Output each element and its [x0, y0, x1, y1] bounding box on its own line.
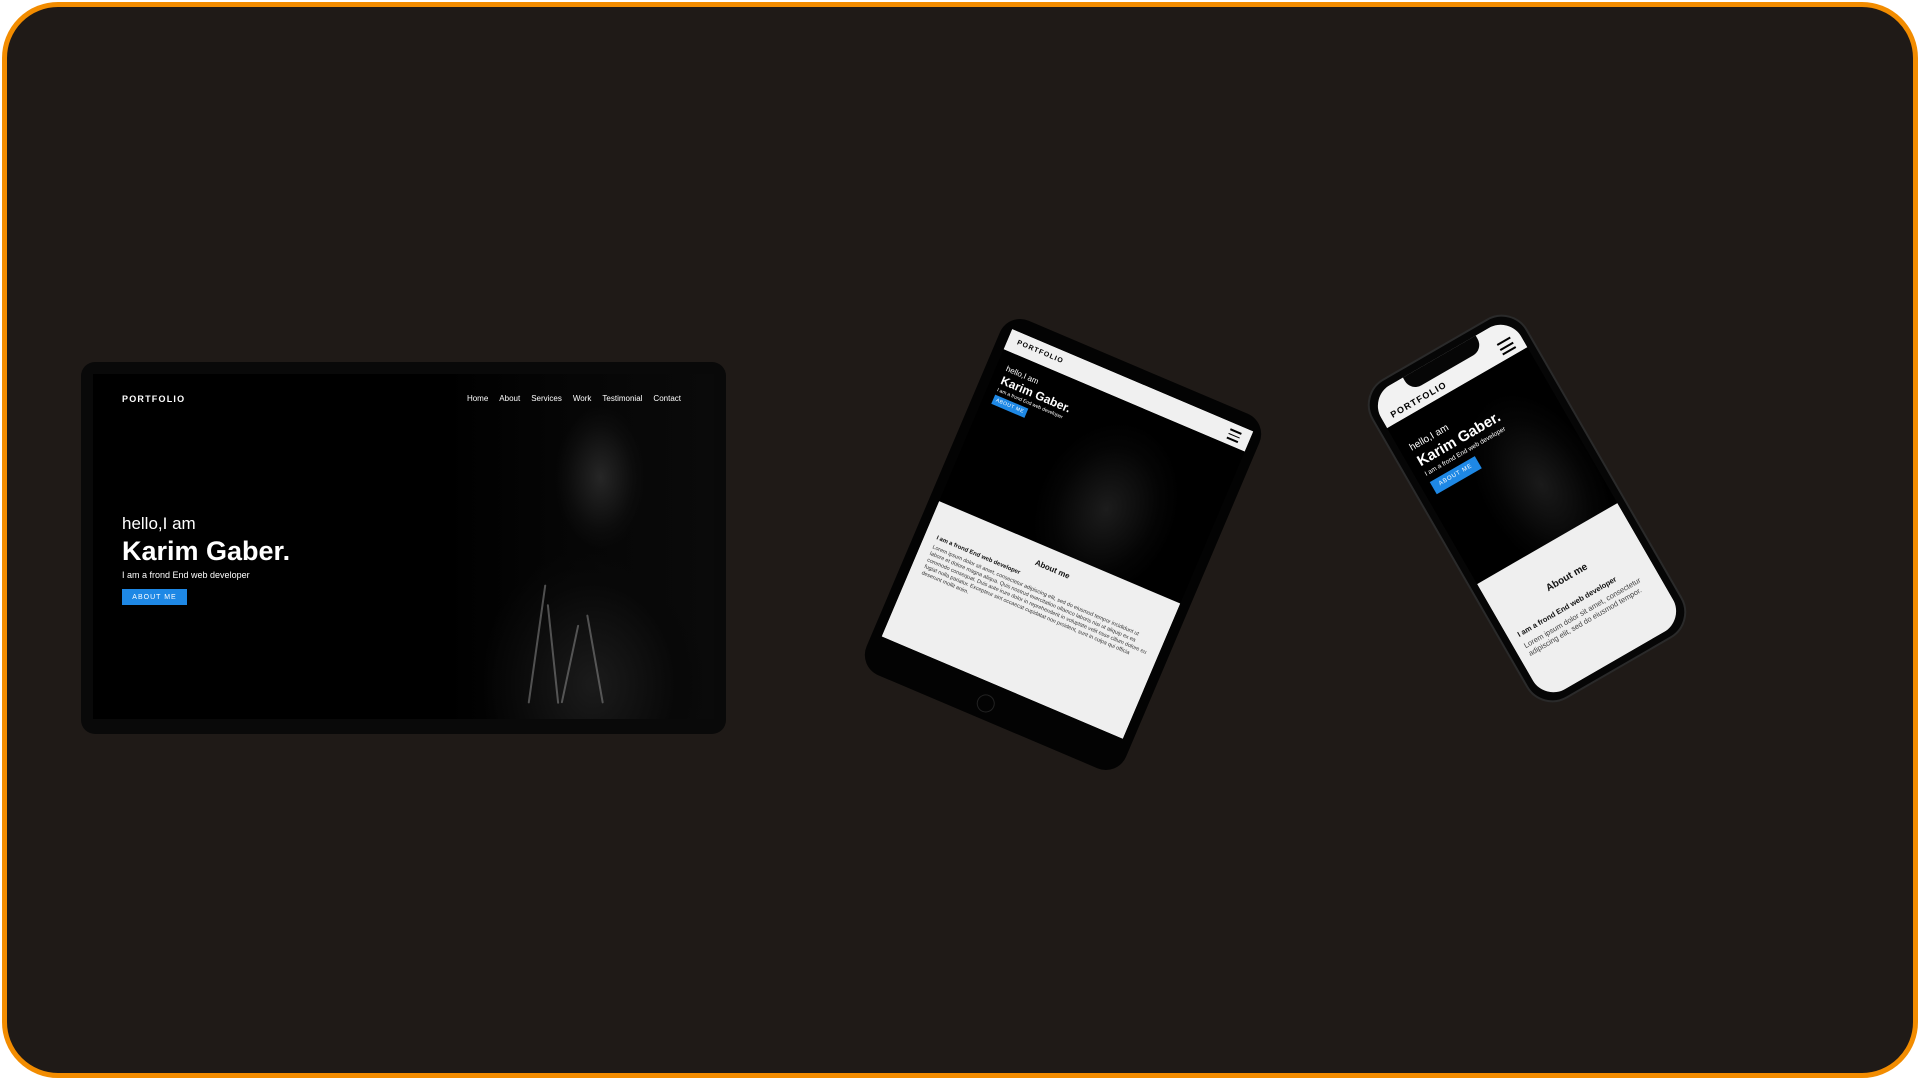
hero-greeting: hello,I am: [122, 514, 196, 533]
nav-services[interactable]: Services: [531, 394, 562, 403]
portrait-image: [444, 374, 714, 719]
phone-screen: PORTFOLIO hello,I am Karim Gaber. I am a…: [1369, 316, 1685, 701]
nav-testimonial[interactable]: Testimonial: [602, 394, 642, 403]
nav-work[interactable]: Work: [573, 394, 592, 403]
nav-home[interactable]: Home: [467, 394, 488, 403]
showcase-frame: PORTFOLIO Home About Services Work Testi…: [2, 2, 1918, 1078]
hero-name: Karim Gaber.: [122, 536, 291, 566]
phone-mockup: PORTFOLIO hello,I am Karim Gaber. I am a…: [1356, 303, 1698, 714]
home-button-icon[interactable]: [973, 691, 998, 716]
tablet-mockup: PORTFOLIO hello,I am Karim Gaber. I am a…: [857, 312, 1269, 777]
hero-subtitle: I am a frond End web developer: [122, 570, 250, 580]
site-logo[interactable]: PORTFOLIO: [122, 394, 185, 404]
nav-contact[interactable]: Contact: [653, 394, 681, 403]
about-me-button[interactable]: ABOUT ME: [122, 589, 187, 605]
desktop-screen: PORTFOLIO Home About Services Work Testi…: [93, 374, 714, 719]
about-me-button[interactable]: ABOUT ME: [1429, 456, 1482, 495]
desktop-mockup: PORTFOLIO Home About Services Work Testi…: [81, 362, 726, 734]
hamburger-menu-icon[interactable]: [1225, 428, 1242, 445]
nav-menu: Home About Services Work Testimonial Con…: [467, 394, 681, 403]
nav-about[interactable]: About: [499, 394, 520, 403]
tablet-screen: PORTFOLIO hello,I am Karim Gaber. I am a…: [881, 329, 1254, 739]
